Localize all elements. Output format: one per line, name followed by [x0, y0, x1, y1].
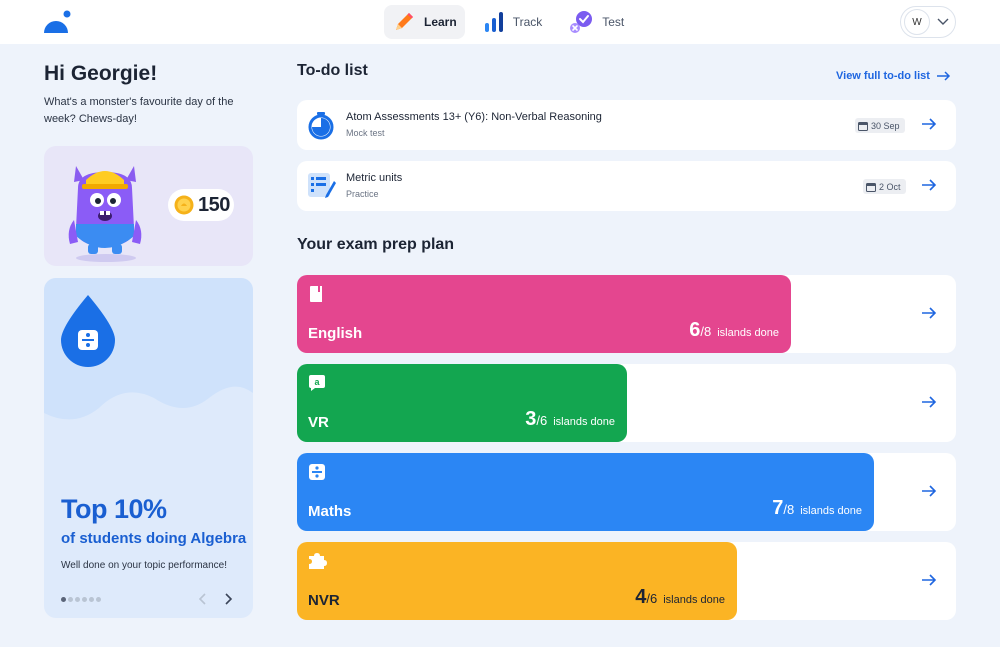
islands-done-count: 3 [525, 408, 537, 430]
islands-label: islands done [717, 327, 779, 339]
pencil-icon [396, 13, 413, 30]
islands-label: islands done [553, 416, 615, 428]
islands-progress: 6 /8 islands done [689, 319, 779, 342]
arrow-right-icon[interactable] [921, 574, 937, 586]
islands-total: /6 [536, 413, 548, 428]
todo-name: Metric units [346, 172, 403, 184]
top-bar: Learn Track Test W [0, 0, 1000, 44]
due-date: 2 Oct [879, 181, 901, 192]
book-icon [310, 286, 322, 302]
carousel-dot[interactable] [82, 597, 87, 602]
islands-progress: 3 /6 islands done [525, 408, 615, 431]
view-full-todo-link[interactable]: View full to-do list [836, 70, 951, 82]
divide-icon [309, 464, 325, 480]
islands-label: islands done [663, 594, 725, 606]
monster-mascot-icon [68, 166, 142, 262]
carousel-dot[interactable] [75, 597, 80, 602]
todo-item-nvr-mock[interactable]: Atom Assessments 13+ (Y6): Non-Verbal Re… [297, 100, 956, 150]
promo-subtitle: of students doing Algebra [61, 530, 247, 547]
promo-card: Top 10% of students doing Algebra Well d… [44, 278, 253, 618]
islands-done-count: 6 [689, 319, 701, 341]
todo-heading: To-do list [297, 62, 368, 79]
carousel-dot[interactable] [61, 597, 66, 602]
exam-plan-heading: Your exam prep plan [297, 236, 455, 253]
letter-a-icon: a [309, 375, 325, 391]
nav-test[interactable]: Test [560, 5, 632, 39]
main-nav: Learn Track Test [384, 5, 642, 39]
coin-balance[interactable]: 150 [168, 189, 234, 221]
carousel-dots [61, 597, 103, 602]
carousel-dot[interactable] [96, 597, 101, 602]
plan-item-vr[interactable]: a VR 3 /6 islands done [297, 364, 956, 442]
due-date-badge: 30 Sep [855, 118, 905, 133]
view-all-label: View full to-do list [836, 70, 930, 82]
subject-name: English [308, 325, 363, 342]
islands-label: islands done [800, 505, 862, 517]
islands-total: /6 [646, 591, 658, 606]
plan-item-english[interactable]: English 6 /8 islands done [297, 275, 956, 353]
due-date-badge: 2 Oct [863, 179, 906, 194]
calendar-icon [858, 121, 868, 131]
arrow-right-icon[interactable] [921, 179, 937, 191]
plan-item-maths[interactable]: Maths 7 /8 islands done [297, 453, 956, 531]
arrow-right-icon [936, 71, 950, 81]
promo-title: Top 10% [61, 494, 167, 524]
subject-name: Maths [308, 503, 352, 520]
islands-progress: 4 /6 islands done [635, 586, 725, 609]
drop-divide-icon [61, 295, 115, 367]
progress-fill: NVR 4 /6 islands done [297, 542, 737, 620]
user-menu[interactable]: W [900, 6, 956, 38]
islands-progress: 7 /8 islands done [772, 497, 862, 520]
nav-track[interactable]: Track [475, 5, 551, 39]
arrow-right-icon[interactable] [921, 485, 937, 497]
todo-type: Mock test [346, 128, 385, 138]
todo-name: Atom Assessments 13+ (Y6): Non-Verbal Re… [346, 111, 602, 123]
check-badge-icon [570, 11, 593, 33]
due-date: 30 Sep [871, 120, 900, 131]
coin-count: 150 [198, 193, 230, 216]
progress-fill: a VR 3 /6 islands done [297, 364, 627, 442]
bar-chart-icon [484, 12, 503, 32]
practice-list-icon [308, 173, 336, 198]
nav-learn[interactable]: Learn [384, 5, 465, 39]
progress-fill: English 6 /8 islands done [297, 275, 791, 353]
islands-total: /8 [783, 502, 795, 517]
todo-item-metric-units[interactable]: Metric units Practice 2 Oct [297, 161, 956, 211]
joke-text: What's a monster's favourite day of the … [44, 96, 234, 125]
chevron-down-icon [937, 18, 949, 25]
chevron-left-icon[interactable] [195, 591, 211, 607]
nav-label: Learn [424, 15, 457, 29]
monster-card[interactable]: 150 [44, 146, 253, 266]
logo-icon[interactable] [42, 10, 72, 34]
carousel-dot[interactable] [68, 597, 73, 602]
islands-done-count: 7 [772, 497, 784, 519]
greeting-heading: Hi Georgie! [44, 62, 158, 85]
islands-total: /8 [700, 324, 712, 339]
carousel-dot[interactable] [89, 597, 94, 602]
arrow-right-icon[interactable] [921, 118, 937, 130]
subject-name: NVR [308, 592, 340, 609]
chevron-right-icon[interactable] [220, 591, 236, 607]
arrow-right-icon[interactable] [921, 307, 937, 319]
arrow-right-icon[interactable] [921, 396, 937, 408]
progress-fill: Maths 7 /8 islands done [297, 453, 874, 531]
todo-type: Practice [346, 189, 379, 199]
subject-name: VR [308, 414, 329, 431]
nav-label: Track [512, 15, 543, 29]
promo-note: Well done on your topic performance! [61, 560, 228, 571]
avatar: W [904, 9, 930, 35]
islands-done-count: 4 [635, 586, 647, 608]
plan-item-nvr[interactable]: NVR 4 /6 islands done [297, 542, 956, 620]
nav-label: Test [602, 15, 625, 29]
coin-icon [174, 195, 194, 215]
calendar-icon [866, 182, 876, 192]
puzzle-icon [309, 553, 327, 569]
stopwatch-icon [308, 112, 334, 140]
